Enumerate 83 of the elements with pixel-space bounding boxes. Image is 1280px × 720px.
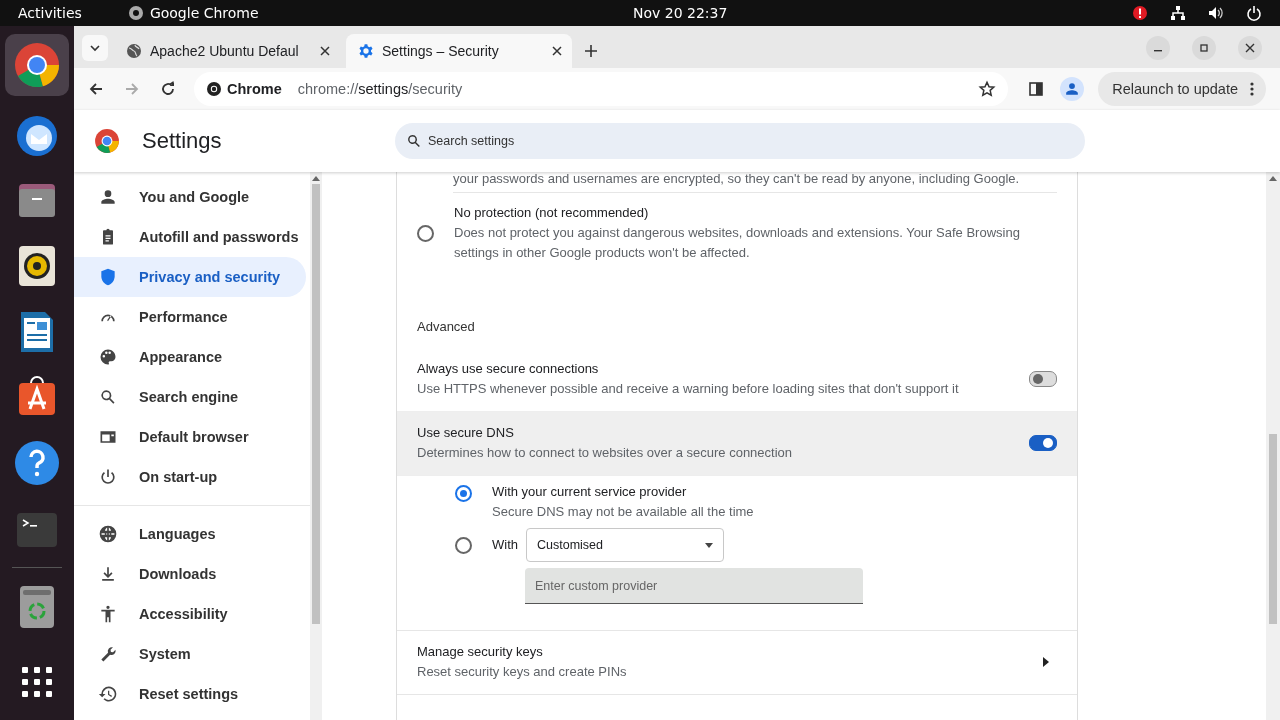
search-field[interactable]: Search settings: [395, 123, 1085, 159]
toggle-switch[interactable]: [1029, 371, 1057, 387]
description-text: your passwords and usernames are encrypted, so they can't be read by anyone, including Google.: [453, 172, 1057, 193]
power-icon[interactable]: [1246, 5, 1262, 21]
sidebar-item[interactable]: Autofill and passwords: [74, 217, 306, 257]
power-icon: [98, 467, 118, 487]
site-chip[interactable]: Chrome: [198, 77, 290, 101]
scrollbar-thumb[interactable]: [1269, 434, 1277, 624]
setting-title: Always use secure connections: [417, 360, 600, 378]
sidebar-item[interactable]: Appearance: [74, 337, 306, 377]
alert-icon[interactable]: [1132, 5, 1148, 21]
history-icon: [98, 684, 118, 704]
sidebar-item[interactable]: Performance: [74, 297, 306, 337]
person-icon: [98, 187, 118, 207]
sidebar-item[interactable]: Default browser: [74, 417, 306, 457]
accessibility-icon: [98, 604, 118, 624]
setting-title: Use secure DNS: [417, 424, 515, 442]
arrow-right-icon[interactable]: [1043, 657, 1049, 667]
browser-tab[interactable]: Apache2 Ubuntu Defaul: [114, 34, 340, 68]
page-title: Settings: [142, 128, 222, 154]
close-icon[interactable]: [552, 46, 562, 56]
activities-button[interactable]: Activities: [18, 5, 82, 21]
chevron-down-icon: [89, 42, 101, 54]
side-panel-icon[interactable]: [1028, 81, 1045, 97]
close-icon: [1245, 43, 1255, 53]
toggle-switch[interactable]: [1029, 435, 1057, 451]
sidebar-item[interactable]: Search engine: [74, 377, 306, 417]
sidebar-item[interactable]: Privacy and security: [74, 257, 306, 297]
globe-icon: [98, 524, 118, 544]
caret-icon: [705, 542, 713, 548]
sidebar-item[interactable]: Accessibility: [74, 594, 306, 634]
back-icon[interactable]: [88, 81, 104, 97]
sidebar-item[interactable]: You and Google: [74, 177, 306, 217]
globe-icon: [126, 43, 142, 59]
input-field[interactable]: Enter custom provider: [525, 568, 863, 604]
clock[interactable]: Nov 20 22:37: [633, 5, 728, 21]
setting-description: Determines how to connect to websites over a secure connection: [417, 444, 794, 462]
relaunch-button[interactable]: Relaunch to update: [1098, 72, 1266, 106]
option-title: With: [492, 536, 518, 554]
browser-tab[interactable]: Settings – Security: [346, 34, 572, 68]
provider-dropdown[interactable]: Customised: [526, 528, 724, 562]
restore-button[interactable]: [1192, 36, 1216, 60]
radio-button[interactable]: [417, 224, 434, 242]
radio-button[interactable]: [455, 537, 472, 554]
reload-icon[interactable]: [160, 81, 176, 97]
setting-description: Use HTTPS whenever possible and receive a warning before loading sites that don't support it: [417, 380, 960, 398]
option-description: Does not protect you against dangerous websites, downloads and extensions. Your Safe Browsing settings in other Google products won't be affected.: [454, 224, 1021, 262]
url-text: chrome://settings/security: [297, 81, 463, 97]
address-bar[interactable]: Chrome chrome://settings/security: [194, 72, 1009, 106]
profile-avatar[interactable]: [1060, 77, 1085, 101]
network-icon[interactable]: [1170, 5, 1186, 21]
star-icon[interactable]: [978, 80, 997, 98]
sidebar-item[interactable]: Downloads: [74, 554, 306, 594]
scroll-up-icon[interactable]: [1269, 176, 1277, 181]
app-menu[interactable]: Google Chrome: [149, 5, 259, 21]
sidebar-item[interactable]: Languages: [74, 514, 306, 554]
help-icon[interactable]: [13, 439, 61, 488]
minimize-icon: [1154, 50, 1162, 52]
restore-icon: [1199, 43, 1209, 53]
option-title: With your current service provider: [492, 483, 688, 501]
person-icon: [1065, 82, 1080, 96]
scroll-up-icon[interactable]: [312, 176, 320, 181]
wrench-icon: [98, 644, 118, 664]
option-title: No protection (not recommended): [454, 204, 650, 222]
new-tab-icon[interactable]: [584, 44, 598, 58]
shield-icon: [98, 267, 118, 287]
section-heading: Advanced: [416, 318, 476, 336]
close-button[interactable]: [1238, 36, 1262, 60]
sidebar-item[interactable]: Reset settings: [74, 674, 306, 714]
sidebar-item[interactable]: On start-up: [74, 457, 306, 497]
setting-description: Reset security keys and create PINs: [417, 663, 628, 681]
radio-button[interactable]: [455, 485, 472, 502]
setting-title: Manage security keys: [417, 643, 544, 661]
sidebar-item[interactable]: System: [74, 634, 306, 674]
option-description: Secure DNS may not be available all the time: [492, 503, 755, 521]
more-icon: [1250, 81, 1254, 97]
tab-search-button[interactable]: [82, 35, 108, 61]
gear-icon: [358, 43, 374, 59]
volume-icon[interactable]: [1208, 5, 1224, 21]
chrome-logo-icon: [94, 128, 120, 154]
close-icon[interactable]: [320, 46, 330, 56]
scrollbar-thumb[interactable]: [312, 184, 320, 624]
palette-icon: [98, 347, 118, 367]
